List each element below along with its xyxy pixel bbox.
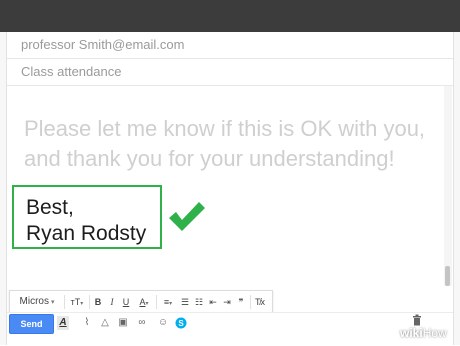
text-color-button[interactable]: A▾: [134, 293, 154, 311]
bulleted-list-icon: ☷: [194, 297, 204, 307]
left-frame: [0, 32, 7, 345]
chevron-down-icon: ▾: [145, 301, 149, 307]
skype-icon[interactable]: S: [175, 317, 187, 329]
font-size-icon: тT: [70, 297, 81, 307]
compose-bottom-bar: [7, 312, 453, 346]
numbered-list-button[interactable]: ☰: [179, 293, 191, 311]
window-top-bar: [0, 0, 460, 32]
remove-formatting-button[interactable]: T̸x: [253, 293, 267, 311]
toolbar-divider: [156, 295, 157, 309]
underline-button[interactable]: U: [120, 293, 132, 311]
insert-photo-icon[interactable]: ▣: [117, 316, 129, 330]
watermark-brand-bold: wiki: [400, 326, 423, 340]
align-button[interactable]: ≡▾: [159, 293, 177, 311]
font-size-button[interactable]: тT▾: [67, 293, 87, 311]
chevron-down-icon: ▾: [80, 301, 84, 307]
quote-button[interactable]: ❞: [235, 293, 247, 311]
indent-less-icon: ⇤: [209, 297, 217, 307]
svg-text:S: S: [178, 319, 184, 328]
indent-more-button[interactable]: ⇥: [221, 293, 233, 311]
emoji-icon[interactable]: ☺: [157, 316, 169, 330]
send-button[interactable]: Send: [9, 314, 54, 334]
formatting-toolbar: Micros ▾ тT▾ B I U A▾ ≡▾ ☰ ☷ ⇤ ⇥ ❞ T̸x: [9, 290, 273, 314]
bulleted-list-button[interactable]: ☷: [193, 293, 205, 311]
to-field[interactable]: professor Smith@email.com: [7, 32, 453, 59]
checkmark-icon: [169, 202, 205, 231]
chevron-down-icon: ▾: [169, 301, 173, 307]
numbered-list-icon: ☰: [180, 297, 190, 307]
chevron-down-icon: ▾: [50, 299, 55, 306]
indent-more-icon: ⇥: [223, 297, 231, 307]
toolbar-divider: [89, 295, 90, 309]
wikihow-watermark: wikiHow: [400, 326, 447, 340]
signature-text[interactable]: Best, Ryan Rodsty: [26, 195, 146, 247]
google-drive-icon[interactable]: △: [99, 316, 111, 330]
toolbar-divider: [250, 295, 251, 309]
right-frame: [453, 32, 460, 345]
watermark-brand-light: How: [422, 326, 447, 340]
signature-highlight-box: Best, Ryan Rodsty: [12, 185, 162, 249]
scrollbar-thumb[interactable]: [445, 266, 450, 286]
subject-field[interactable]: Class attendance: [7, 59, 453, 86]
formatting-options-button[interactable]: A: [57, 316, 69, 330]
font-family-value: Micros: [19, 296, 49, 307]
trash-icon[interactable]: [412, 314, 422, 326]
insert-link-icon[interactable]: ∞: [135, 316, 149, 330]
message-body[interactable]: Please let me know if this is OK with yo…: [24, 114, 444, 174]
to-field-value: professor Smith@email.com: [21, 37, 185, 52]
scrollbar-track[interactable]: [444, 86, 452, 286]
font-family-select[interactable]: Micros ▾: [14, 293, 60, 311]
toolbar-divider: [64, 295, 65, 309]
bold-button[interactable]: B: [92, 293, 104, 311]
paperclip-icon[interactable]: ⌇: [81, 316, 93, 330]
italic-button[interactable]: I: [106, 293, 118, 311]
indent-less-button[interactable]: ⇤: [207, 293, 219, 311]
subject-field-value: Class attendance: [21, 64, 122, 79]
